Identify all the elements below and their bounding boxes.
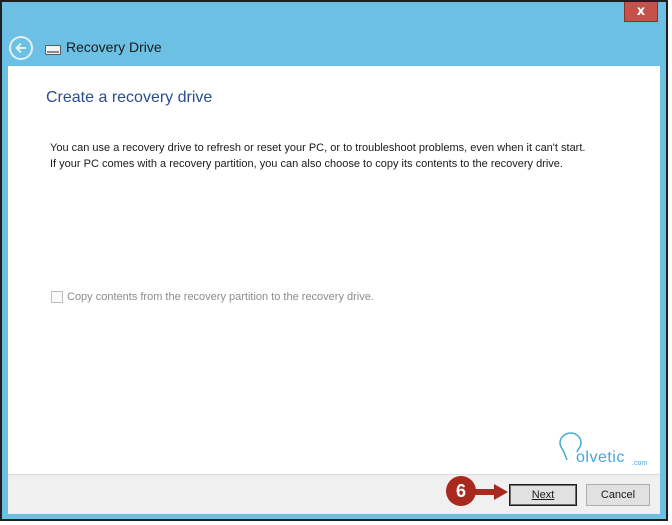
cancel-button[interactable]: Cancel bbox=[586, 484, 650, 506]
copy-partition-label: Copy contents from the recovery partitio… bbox=[67, 291, 374, 303]
description-text: You can use a recovery drive to refresh … bbox=[50, 142, 586, 170]
solvetic-watermark: olvetic .com bbox=[554, 430, 654, 470]
drive-icon bbox=[45, 45, 61, 55]
page-title: Create a recovery drive bbox=[46, 89, 213, 106]
watermark-suffix: .com bbox=[632, 460, 648, 467]
next-button[interactable]: Next bbox=[509, 484, 577, 506]
step-badge: 6 bbox=[446, 476, 476, 506]
watermark-text: olvetic bbox=[576, 449, 625, 466]
footer-bar: Next Cancel bbox=[8, 474, 660, 514]
window-title: Recovery Drive bbox=[66, 39, 162, 55]
copy-partition-option[interactable]: Copy contents from the recovery partitio… bbox=[51, 291, 374, 303]
copy-partition-checkbox[interactable] bbox=[51, 291, 63, 303]
back-button[interactable] bbox=[9, 36, 33, 60]
close-button[interactable]: x bbox=[624, 2, 658, 22]
recovery-drive-window: x Recovery Drive Create a recovery drive… bbox=[0, 0, 668, 521]
content-panel: Create a recovery drive You can use a re… bbox=[8, 66, 660, 474]
close-icon: x bbox=[636, 4, 646, 19]
back-arrow-icon bbox=[15, 42, 26, 54]
